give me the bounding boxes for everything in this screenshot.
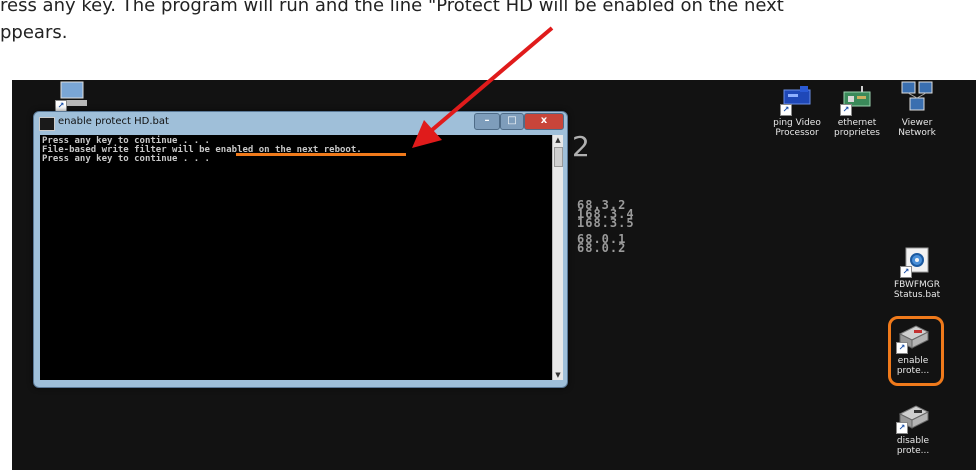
icon-label: Processor (775, 128, 819, 138)
icon-label: ping Video (773, 118, 821, 128)
desktop-background-text: 2 (572, 130, 590, 163)
window-title: enable protect HD.bat (58, 116, 169, 127)
icon-label: prote... (896, 446, 930, 456)
desktop-icon-disable-protect[interactable]: ↗ disable prote... (881, 402, 945, 456)
desktop-ip-text: 168.3.5 (577, 216, 635, 230)
icon-label: ethernet (837, 118, 877, 128)
vertical-scrollbar[interactable]: ▲ ▼ (552, 135, 563, 380)
maximize-button[interactable]: □ (500, 113, 524, 130)
icon-label: proprietes (834, 128, 880, 138)
computer-desktop-icon[interactable]: ↗ (52, 80, 92, 114)
console-output: Press any key to continue . . . File-base… (40, 135, 552, 380)
desktop-icon-fbwfmgr[interactable]: ↗ FBWFMGR Status.bat (885, 246, 949, 300)
network-card-icon: ↗ (840, 84, 874, 116)
minimize-button[interactable]: – (474, 113, 500, 130)
desktop-ip-text: 68.0.2 (577, 241, 627, 255)
desktop-icon-enable-protect[interactable]: ↗ enable prote... (881, 322, 945, 376)
icon-label: Network (898, 128, 936, 138)
console-line: Press any key to continue . . . (42, 154, 210, 164)
icon-label: prote... (896, 366, 930, 376)
network-icon (900, 80, 934, 114)
caption-line-2: ppears. (0, 22, 68, 43)
icon-label: disable (896, 436, 930, 446)
icon-label: Status.bat (893, 290, 941, 300)
cmd-icon (39, 117, 55, 131)
close-button[interactable]: x (524, 113, 564, 130)
desktop-icon-viewer-network[interactable]: Viewer Network (885, 80, 949, 138)
instruction-caption: ress any key. The program will run and t… (0, 0, 976, 52)
desktop-icon-ethernet[interactable]: ↗ ethernet proprietes (825, 84, 889, 138)
hard-drive-icon: ↗ (896, 402, 930, 434)
hard-drive-icon: ↗ (896, 322, 930, 354)
scrollbar-thumb[interactable] (554, 147, 563, 167)
console-text: Press any key to continue . . . File-base… (42, 137, 362, 164)
scroll-up-icon[interactable]: ▲ (553, 135, 563, 145)
desktop-icon-ping-video[interactable]: ↗ ping Video Processor (765, 84, 829, 138)
video-processor-icon: ↗ (780, 84, 814, 116)
caption-line-1: ress any key. The program will run and t… (0, 0, 784, 16)
annotation-underline (236, 153, 406, 156)
icon-label: FBWFMGR (893, 280, 941, 290)
window-titlebar[interactable]: enable protect HD.bat – □ x (34, 112, 567, 134)
icon-label: Viewer (901, 118, 933, 128)
batch-gear-icon: ↗ (900, 246, 934, 278)
computer-icon: ↗ (55, 80, 89, 112)
icon-label: enable (897, 356, 929, 366)
scroll-down-icon[interactable]: ▼ (553, 370, 563, 380)
